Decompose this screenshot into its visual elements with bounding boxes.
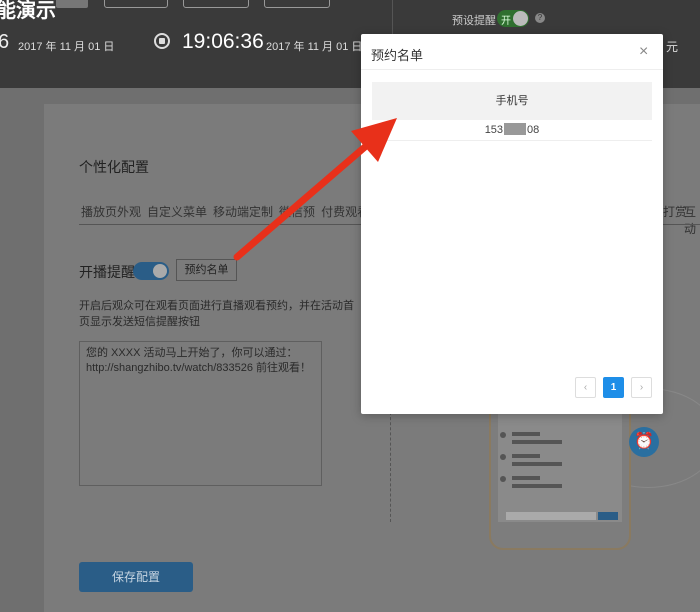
stop-icon: [154, 33, 170, 49]
phone-screen: [498, 402, 622, 522]
preview-line: [512, 432, 540, 436]
event-title: 能演示: [0, 0, 56, 22]
page-1-button[interactable]: 1: [603, 377, 624, 398]
alarm-clock-icon[interactable]: ⏰: [629, 427, 659, 457]
remind-description: 开启后观众可在观看页面进行直播观看预约，并在活动首页显示发送短信提醒按钮: [79, 300, 354, 328]
phone-prefix: 153: [484, 124, 504, 136]
preview-line: [512, 476, 540, 480]
preview-line: [512, 454, 540, 458]
modal-divider: [361, 69, 663, 70]
end-date: 2017 年 11 月 01 日: [266, 41, 363, 53]
phone-preview: [489, 390, 631, 550]
config-tabs: 播放页外观 自定义菜单 移动端定制 微信预 付费观看: [81, 203, 375, 220]
yuan-unit: 元: [666, 40, 679, 54]
tab-custom-menu[interactable]: 自定义菜单: [147, 203, 207, 220]
preset-remind-label: 预设提醒: [452, 15, 496, 27]
preview-avatar: [500, 476, 506, 482]
preview-avatar: [500, 432, 506, 438]
tab-wechat[interactable]: 微信预: [279, 203, 315, 220]
tab-mobile-custom[interactable]: 移动端定制: [213, 203, 273, 220]
preview-avatar: [500, 454, 506, 460]
close-icon[interactable]: ×: [639, 43, 648, 61]
table-row: 153 08: [372, 120, 652, 141]
toggle-on-text: 开: [501, 16, 511, 27]
header-button-3[interactable]: [264, 0, 330, 8]
preview-line: [512, 462, 562, 466]
preview-line: [512, 440, 562, 444]
start-digit: 6: [0, 31, 10, 53]
live-remind-toggle[interactable]: [133, 262, 169, 280]
preset-remind-toggle[interactable]: 开: [497, 10, 529, 27]
live-time: 19:06:36: [182, 30, 264, 53]
start-date: 2017 年 11 月 01 日: [18, 41, 115, 53]
toggle-knob: [513, 11, 528, 26]
next-page-button[interactable]: ›: [631, 377, 652, 398]
save-config-button[interactable]: 保存配置: [79, 562, 193, 592]
preview-divider: [390, 412, 391, 522]
column-header-phone: 手机号: [372, 82, 652, 120]
preview-line: [512, 484, 562, 488]
header-button-2[interactable]: [183, 0, 249, 8]
section-title: 个性化配置: [79, 159, 149, 175]
reservation-list-modal: 预约名单 × 手机号 153 08 ‹ 1 ›: [361, 34, 663, 414]
phone-suffix: 08: [527, 124, 540, 136]
toggle-knob: [153, 264, 167, 278]
modal-title: 预约名单: [371, 48, 424, 63]
redacted-mask: [504, 123, 527, 135]
help-icon[interactable]: ?: [535, 13, 545, 23]
preview-input: [506, 512, 596, 520]
remind-message-textarea[interactable]: 您的 XXXX 活动马上开始了，你可以通过：http://shangzhibo.…: [79, 341, 322, 486]
live-remind-label: 开播提醒: [79, 264, 135, 280]
preview-send: [598, 512, 618, 520]
tab-interaction[interactable]: 互动: [684, 203, 700, 237]
reservation-list-button[interactable]: 预约名单: [176, 259, 237, 281]
tab-player-appearance[interactable]: 播放页外观: [81, 203, 141, 220]
prev-page-button[interactable]: ‹: [575, 377, 596, 398]
header-button-1[interactable]: [104, 0, 168, 8]
title-tag: [56, 0, 88, 8]
